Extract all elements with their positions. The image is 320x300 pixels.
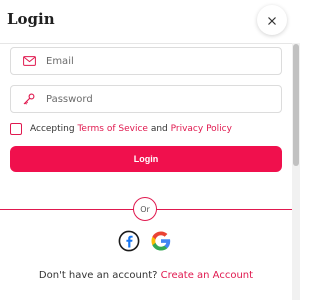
close-button[interactable]: [257, 5, 287, 35]
close-icon: [267, 11, 277, 30]
or-divider-label: Or: [133, 197, 157, 221]
envelope-icon: [22, 54, 36, 68]
google-login-button[interactable]: [150, 230, 172, 256]
login-button[interactable]: Login: [10, 146, 282, 172]
email-input[interactable]: [46, 55, 281, 67]
terms-of-service-link[interactable]: Terms of Sevice: [77, 124, 147, 134]
terms-prefix: Accepting: [30, 124, 75, 134]
privacy-policy-link[interactable]: Privacy Policy: [171, 124, 232, 134]
scrollbar-thumb[interactable]: [293, 44, 299, 166]
terms-checkbox[interactable]: [10, 123, 22, 135]
login-dialog: Login Email Accepting Terms of Sevice an…: [0, 0, 300, 300]
dialog-title: Login: [7, 10, 55, 28]
facebook-icon: [118, 230, 140, 256]
facebook-login-button[interactable]: [118, 230, 140, 256]
header-divider: [0, 43, 292, 44]
password-field[interactable]: [10, 85, 282, 113]
create-account-link[interactable]: Create an Account: [161, 270, 253, 281]
terms-and: and: [150, 124, 168, 134]
email-field[interactable]: [10, 47, 282, 75]
scrollbar[interactable]: [292, 43, 300, 300]
google-icon: [150, 230, 172, 256]
terms-row: Accepting Terms of Sevice and Privacy Po…: [10, 121, 232, 137]
password-input[interactable]: [46, 93, 281, 105]
key-icon: [22, 92, 36, 106]
signup-row: Don't have an account? Create an Account: [0, 270, 292, 281]
signup-prompt: Don't have an account?: [38, 270, 158, 281]
